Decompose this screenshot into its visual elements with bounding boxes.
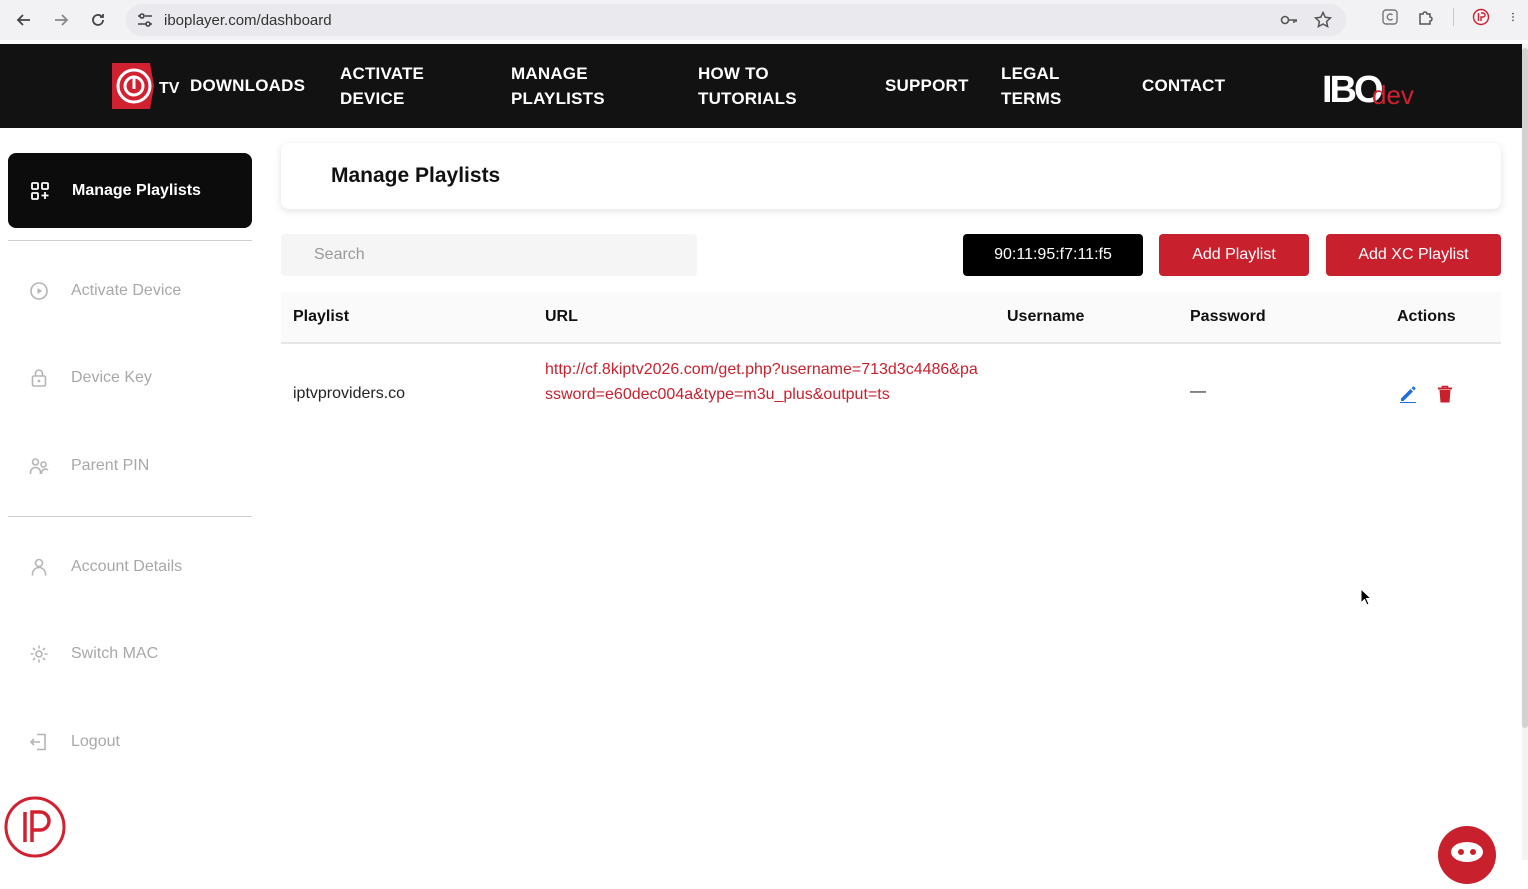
grid-add-icon [31, 181, 49, 200]
browser-toolbar: iboplayer.com/dashboard [0, 0, 1528, 40]
sidebar-item-activate-device[interactable]: Activate Device [29, 281, 181, 301]
address-bar[interactable]: iboplayer.com/dashboard [126, 4, 1346, 36]
nav-support[interactable]: SUPPORT [885, 73, 969, 98]
sidebar-item-parent-pin[interactable]: Parent PIN [29, 456, 149, 476]
reload-button[interactable] [84, 6, 112, 34]
add-xc-playlist-button[interactable]: Add XC Playlist [1326, 234, 1501, 276]
nav-support-label: SUPPORT [885, 76, 969, 95]
nav-activate-line2: DEVICE [340, 89, 405, 108]
ibodev-logo-suffix: dev. [1372, 80, 1414, 108]
sidebar-item-account-details[interactable]: Account Details [29, 557, 182, 577]
extensions-puzzle-icon[interactable] [1417, 8, 1435, 26]
trash-icon[interactable] [1437, 385, 1453, 403]
sidebar-item-label: Parent PIN [71, 457, 150, 474]
scrollbar-thumb[interactable] [1522, 48, 1528, 728]
sidebar-item-label: Logout [71, 733, 120, 750]
sidebar-item-label: Activate Device [71, 282, 182, 299]
nav-manage-line1: MANAGE [511, 64, 588, 83]
tv-label: TV [159, 80, 180, 97]
column-header-actions: Actions [1397, 308, 1456, 325]
toolbar-divider [1453, 8, 1454, 26]
forward-button[interactable] [47, 6, 75, 34]
sidebar-item-label: Manage Playlists [72, 181, 201, 199]
ip-badge-icon[interactable] [4, 796, 66, 858]
nav-legal-terms[interactable]: LEGAL TERMS [1001, 61, 1062, 111]
sidebar-item-logout[interactable]: Logout [29, 732, 120, 752]
column-header-url: URL [545, 308, 578, 325]
nav-activate-line1: ACTIVATE [340, 64, 425, 83]
bookmark-star-icon[interactable] [1314, 11, 1332, 29]
mac-address-button[interactable]: 90:11:95:f7:11:f5 [963, 234, 1143, 276]
nav-how-to-tutorials[interactable]: HOW TO TUTORIALS [698, 61, 797, 111]
page-title: Manage Playlists [331, 164, 501, 187]
key-icon[interactable] [1280, 11, 1298, 29]
nav-howto-line1: HOW TO [698, 64, 769, 83]
arrow-right-icon [55, 14, 69, 26]
column-header-password: Password [1190, 308, 1266, 325]
sidebar-item-label: Account Details [71, 558, 183, 575]
nav-legal-line1: LEGAL [1001, 64, 1060, 83]
logout-icon [29, 733, 46, 751]
ibo-tv-logo-icon[interactable]: TV [110, 59, 184, 113]
column-header-playlist: Playlist [293, 308, 350, 325]
arrow-left-icon [16, 14, 30, 26]
edit-pencil-icon[interactable] [1399, 385, 1417, 403]
sidebar-item-device-key[interactable]: Device Key [29, 368, 152, 388]
playlist-password-cell: — [1190, 383, 1206, 400]
playlist-name-cell: iptvproviders.co [293, 385, 406, 402]
url-text[interactable]: iboplayer.com/dashboard [164, 12, 332, 29]
nav-contact[interactable]: CONTACT [1142, 73, 1225, 98]
users-icon [29, 458, 49, 474]
site-header: TV DOWNLOADS ACTIVATE DEVICE MANAGE PLAYLI… [0, 44, 1522, 128]
sidebar-item-label: Device Key [71, 369, 152, 386]
page-title-card: Manage Playlists [281, 143, 1501, 209]
user-icon [31, 558, 47, 576]
reload-icon [92, 14, 104, 26]
mouse-cursor-icon [1360, 588, 1372, 606]
gear-icon [30, 645, 48, 663]
nav-contact-label: CONTACT [1142, 76, 1226, 95]
more-menu-icon[interactable] [1508, 8, 1518, 26]
nav-manage-line2: PLAYLISTS [511, 89, 605, 108]
lock-icon [31, 369, 47, 387]
sidebar-divider [8, 240, 252, 241]
sidebar-item-label: Switch MAC [71, 645, 159, 662]
add-playlist-button[interactable]: Add Playlist [1159, 234, 1309, 276]
playlist-url-link[interactable]: http://cf.8kiptv2026.com/get.php?usernam… [545, 357, 985, 407]
back-button[interactable] [10, 6, 38, 34]
sidebar-item-switch-mac[interactable]: Switch MAC [29, 644, 158, 664]
nav-downloads[interactable]: DOWNLOADS [190, 73, 305, 98]
column-header-username: Username [1007, 308, 1085, 325]
site-settings-icon[interactable] [136, 11, 154, 29]
nav-howto-line2: TUTORIALS [698, 89, 797, 108]
nav-legal-line2: TERMS [1001, 89, 1062, 108]
sidebar-item-manage-playlists[interactable]: Manage Playlists [8, 153, 252, 228]
address-bar-actions [1280, 11, 1332, 29]
extension-c-icon[interactable] [1381, 8, 1399, 26]
search-input[interactable] [281, 234, 697, 276]
nav-manage-playlists[interactable]: MANAGE PLAYLISTS [511, 61, 605, 111]
chat-widget-button[interactable] [1438, 826, 1496, 884]
sidebar-divider [8, 516, 252, 517]
play-circle-icon [30, 282, 48, 300]
ibodev-logo-icon[interactable]: IBO dev. [1322, 66, 1414, 108]
nav-activate-device[interactable]: ACTIVATE DEVICE [340, 61, 424, 111]
profile-ip-icon[interactable] [1472, 8, 1490, 26]
table-header: Playlist URL Username Password Actions [281, 292, 1501, 344]
nav-downloads-label: DOWNLOADS [190, 76, 306, 95]
extensions-area [1381, 8, 1518, 26]
chat-bot-icon [1451, 842, 1483, 862]
table-row: iptvproviders.co http://cf.8kiptv2026.co… [281, 344, 1501, 444]
